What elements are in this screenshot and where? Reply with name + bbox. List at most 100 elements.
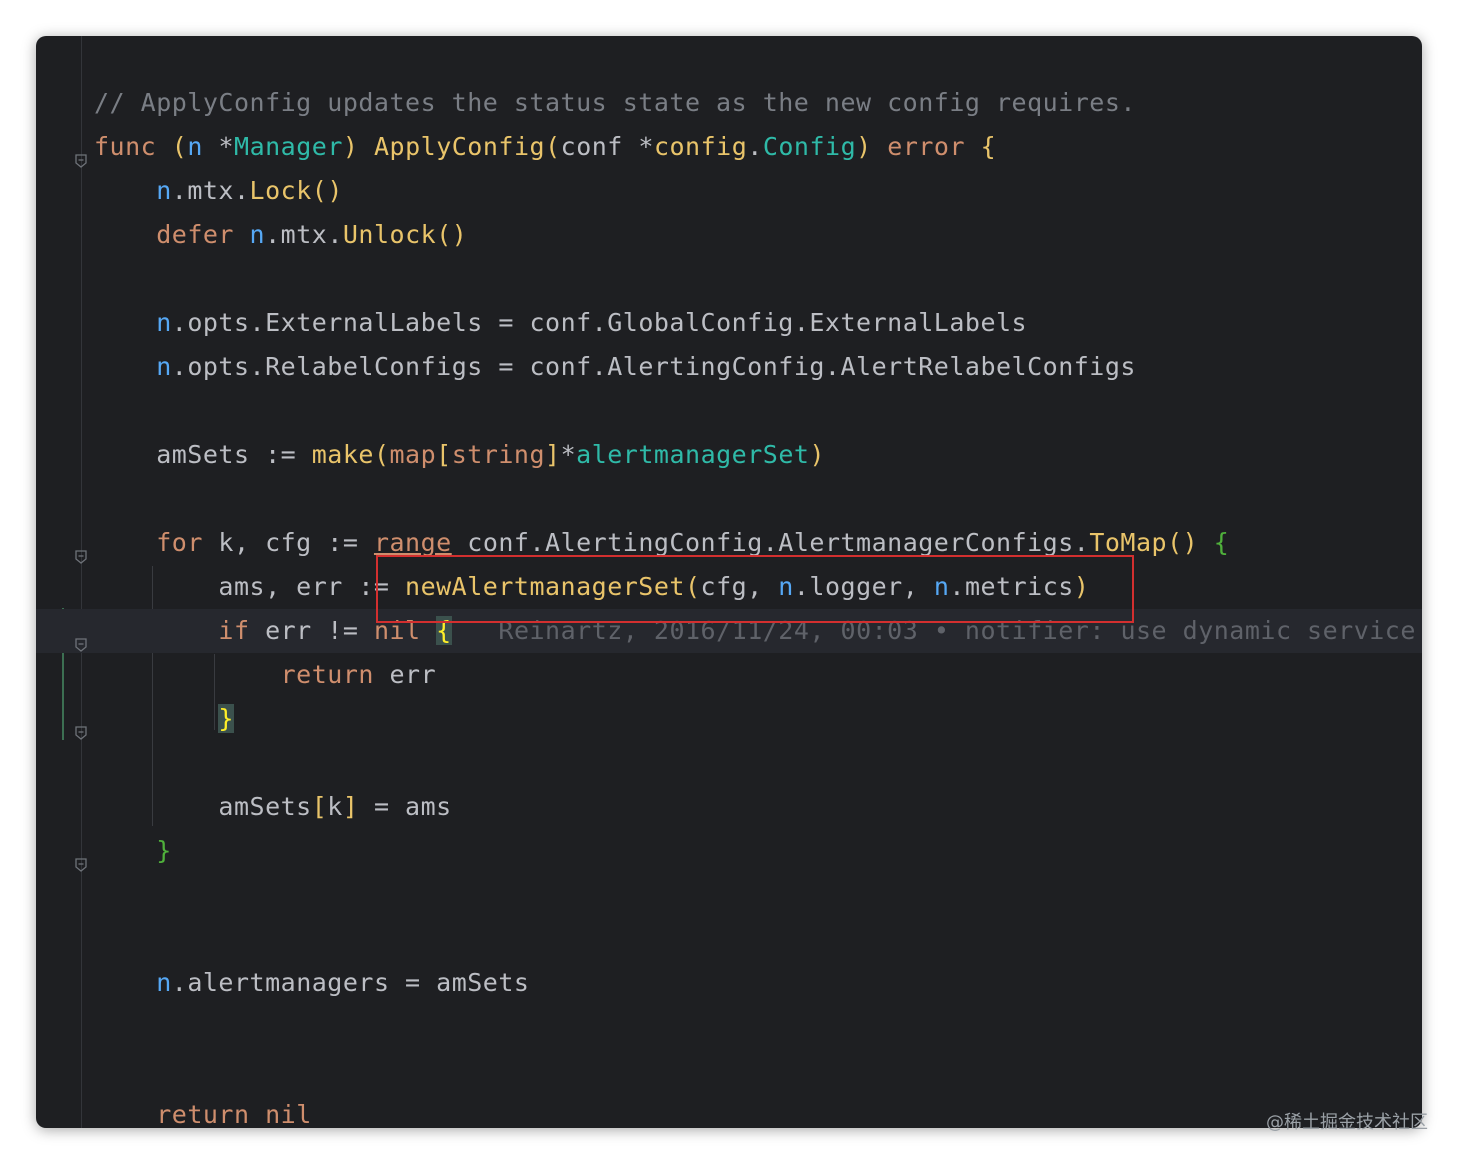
code-token: = ams <box>358 792 452 821</box>
code-token: n <box>156 968 172 997</box>
code-token: n <box>156 352 172 381</box>
code-token: ] <box>545 440 561 469</box>
code-token: map <box>389 440 437 469</box>
code-text: n.mtx.Lock() <box>94 169 343 213</box>
code-token: ToMap <box>1089 528 1168 557</box>
code-token: if <box>218 616 250 645</box>
code-line[interactable]: } <box>36 697 1422 741</box>
code-text: amSets[k] = ams <box>94 785 452 829</box>
watermark: @稀土掘金技术社区 <box>1266 1112 1428 1133</box>
code-line[interactable] <box>36 917 1422 961</box>
code-line[interactable]: n.alertmanagers = amSets <box>36 961 1422 1005</box>
code-token: () <box>436 220 468 249</box>
code-line[interactable]: n.opts.ExternalLabels = conf.GlobalConfi… <box>36 301 1422 345</box>
code-token: error <box>887 132 966 161</box>
code-token: [ <box>311 792 328 821</box>
code-token: .mtx. <box>171 176 250 205</box>
code-token: * <box>202 132 235 161</box>
code-token: nil <box>265 1100 312 1128</box>
code-token: amSets := <box>94 440 312 469</box>
code-line[interactable]: amSets := make(map[string]*alertmanagerS… <box>36 433 1422 477</box>
code-token: range <box>373 528 452 557</box>
code-editor[interactable]: // ApplyConfig updates the status state … <box>36 36 1422 1128</box>
code-token: Unlock <box>342 220 437 249</box>
code-line[interactable]: defer n.mtx.Unlock() <box>36 213 1422 257</box>
code-line[interactable]: n.opts.RelabelConfigs = conf.AlertingCon… <box>36 345 1422 389</box>
code-text: } <box>94 829 172 873</box>
code-token: } <box>218 704 234 733</box>
fold-icon[interactable] <box>73 139 89 168</box>
code-token: Lock <box>249 176 312 205</box>
code-token: err != <box>249 616 374 645</box>
code-line[interactable] <box>36 873 1422 917</box>
code-token: () <box>1167 528 1199 557</box>
fold-icon[interactable] <box>73 711 89 740</box>
code-token: .opts.RelabelConfigs = conf.AlertingConf… <box>171 352 1136 381</box>
code-text: func (n *Manager) ApplyConfig(conf *conf… <box>94 125 996 169</box>
code-line[interactable] <box>36 1049 1422 1093</box>
code-line[interactable] <box>36 389 1422 433</box>
code-token: ApplyConfig <box>374 132 546 161</box>
code-token: defer <box>156 220 234 249</box>
code-token: } <box>156 836 172 865</box>
code-token: Config <box>762 132 857 161</box>
code-text: n.opts.ExternalLabels = conf.GlobalConfi… <box>94 301 1027 345</box>
code-line[interactable]: return nil <box>36 1093 1422 1128</box>
fold-icon[interactable] <box>73 843 89 872</box>
code-token: amSets <box>94 792 312 821</box>
code-text: n.alertmanagers = amSets <box>94 961 529 1005</box>
code-line[interactable]: amSets[k] = ams <box>36 785 1422 829</box>
code-token: ( <box>171 132 188 161</box>
code-token: n <box>156 176 172 205</box>
code-text: defer n.mtx.Unlock() <box>94 213 467 257</box>
code-token: ( <box>545 132 561 161</box>
code-line[interactable]: // ApplyConfig updates the status state … <box>36 81 1422 125</box>
code-token: conf * <box>560 132 654 161</box>
code-text: return err <box>94 653 436 697</box>
code-line[interactable] <box>36 257 1422 301</box>
code-token: // ApplyConfig updates the status state … <box>94 88 1136 117</box>
code-token: conf.AlertingConfig.AlertmanagerConfigs. <box>451 528 1090 557</box>
code-token: return <box>280 660 374 689</box>
highlight-box <box>376 555 1134 623</box>
code-token: make <box>311 440 374 469</box>
code-token: n <box>187 132 203 161</box>
code-token: .alertmanagers = amSets <box>171 968 530 997</box>
code-token: .mtx. <box>265 220 343 249</box>
code-line[interactable]: return err <box>36 653 1422 697</box>
code-line[interactable]: } <box>36 829 1422 873</box>
fold-icon[interactable] <box>73 623 89 652</box>
code-token: n <box>156 308 172 337</box>
code-token: return <box>156 1100 250 1128</box>
code-token: . <box>747 132 763 161</box>
code-line[interactable]: n.mtx.Lock() <box>36 169 1422 213</box>
code-line[interactable]: func (n *Manager) ApplyConfig(conf *conf… <box>36 125 1422 169</box>
code-token: n <box>249 220 266 249</box>
code-line[interactable] <box>36 477 1422 521</box>
code-token: func <box>94 132 157 161</box>
code-line[interactable] <box>36 1005 1422 1049</box>
code-token: { <box>980 132 997 161</box>
code-line[interactable] <box>36 741 1422 785</box>
fold-icon[interactable] <box>73 535 89 564</box>
code-text: } <box>94 697 234 741</box>
code-token: err <box>373 660 437 689</box>
code-token: Manager <box>234 132 343 161</box>
code-token: * <box>560 440 577 469</box>
code-text: // ApplyConfig updates the status state … <box>94 81 1136 125</box>
code-token: ] <box>342 792 359 821</box>
code-text: amSets := make(map[string]*alertmanagerS… <box>94 433 825 477</box>
